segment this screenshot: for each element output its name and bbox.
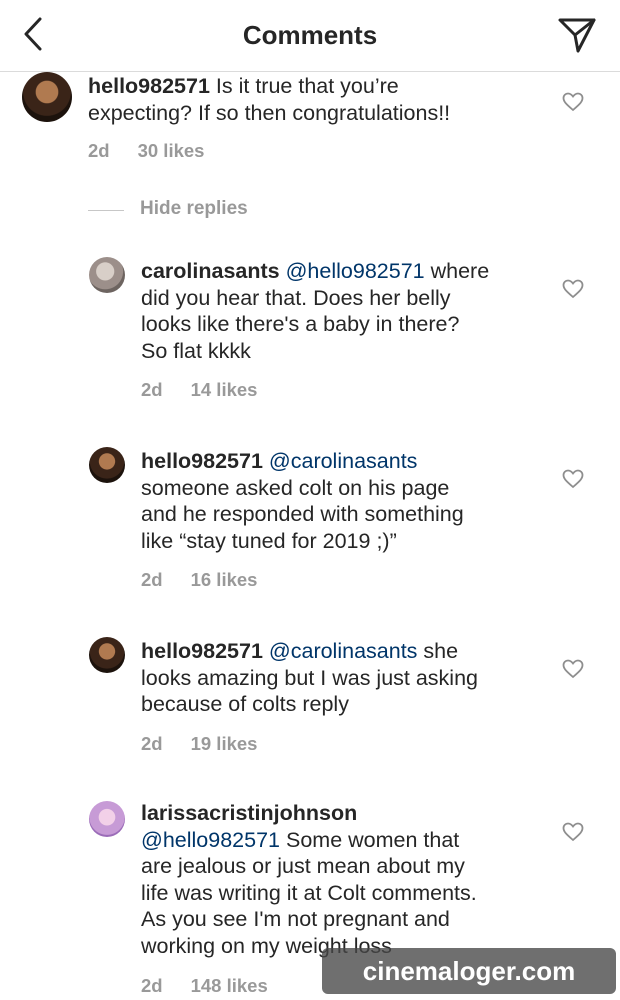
reply-meta: 2d 148 likes bbox=[141, 975, 268, 997]
reply-time: 2d bbox=[141, 569, 163, 590]
likes-count[interactable]: 14 likes bbox=[191, 379, 258, 400]
heart-outline-icon bbox=[562, 279, 584, 299]
heart-outline-icon bbox=[562, 822, 584, 842]
reply-body-line: because of colts reply bbox=[141, 692, 349, 716]
likes-count[interactable]: 19 likes bbox=[191, 733, 258, 754]
reply-body-line: and he responded with something bbox=[141, 502, 464, 526]
reply: hello982571 @carolinasants she looks ama… bbox=[0, 630, 620, 760]
likes-count[interactable]: 30 likes bbox=[138, 140, 205, 161]
reply-body-line: are jealous or just mean about my bbox=[141, 854, 465, 878]
comment-meta: 2d 30 likes bbox=[88, 140, 204, 162]
comment-body-line: expecting? If so then congratulations!! bbox=[88, 100, 451, 125]
reply-body-line: looks amazing but I was just asking bbox=[141, 665, 478, 690]
reply-body-line: So flat kkkk bbox=[141, 338, 251, 363]
likes-count[interactable]: 16 likes bbox=[191, 569, 258, 590]
like-button[interactable] bbox=[562, 822, 584, 842]
reply-body-line: did you hear that. Does her belly bbox=[141, 285, 451, 310]
reply-body-line: looks like there's a baby in there? bbox=[141, 312, 460, 336]
reply-username[interactable]: larissacristinjohnson bbox=[141, 801, 357, 825]
reply-body-line: like “stay tuned for 2019 ;)” bbox=[141, 528, 397, 553]
reply: carolinasants @hello982571 where did you… bbox=[0, 250, 620, 410]
reply-body-line: someone asked colt on his page bbox=[141, 475, 450, 500]
reply-meta: 2d 19 likes bbox=[141, 733, 257, 755]
reply-time: 2d bbox=[141, 975, 163, 996]
reply-username[interactable]: hello982571 bbox=[141, 449, 263, 473]
reply-text: carolinasants @hello982571 where did you… bbox=[141, 258, 561, 364]
reply-body-first-line: she bbox=[423, 639, 459, 663]
like-button[interactable] bbox=[562, 659, 584, 679]
reply-username[interactable]: carolinasants bbox=[141, 259, 280, 283]
mention-link[interactable]: @hello982571 bbox=[286, 259, 425, 283]
mention-link[interactable]: @carolinasants bbox=[269, 449, 418, 473]
avatar[interactable] bbox=[89, 637, 125, 673]
reply-time: 2d bbox=[141, 379, 163, 400]
comment-username[interactable]: hello982571 bbox=[88, 74, 210, 98]
reply-text: hello982571 @carolinasants someone asked… bbox=[141, 448, 561, 554]
avatar[interactable] bbox=[89, 801, 125, 837]
reply-meta: 2d 14 likes bbox=[141, 379, 257, 401]
reply-body-first-line: where bbox=[430, 259, 490, 283]
reply-meta: 2d 16 likes bbox=[141, 569, 257, 591]
comment-time: 2d bbox=[88, 140, 110, 161]
avatar[interactable] bbox=[22, 72, 72, 122]
divider bbox=[88, 210, 124, 211]
avatar[interactable] bbox=[89, 257, 125, 293]
like-button[interactable] bbox=[562, 279, 584, 299]
like-button[interactable] bbox=[562, 92, 584, 112]
heart-outline-icon bbox=[562, 92, 584, 112]
comment-body-first-line: Is it true that you’re bbox=[215, 74, 399, 98]
reply-body-first-line: Some women that bbox=[285, 827, 460, 852]
reply-time: 2d bbox=[141, 733, 163, 754]
hide-replies-label[interactable]: Hide replies bbox=[140, 198, 248, 220]
reply-username[interactable]: hello982571 bbox=[141, 639, 263, 663]
reply-text: hello982571 @carolinasants she looks ama… bbox=[141, 638, 561, 718]
mention-link[interactable]: @hello982571 bbox=[141, 828, 280, 852]
watermark: cinemaloger.com bbox=[322, 948, 616, 994]
mention-link[interactable]: @carolinasants bbox=[269, 639, 418, 663]
reply-text: larissacristinjohnson @hello982571 Some … bbox=[141, 800, 561, 959]
heart-outline-icon bbox=[562, 469, 584, 489]
comment-text: hello982571 Is it true that you’re expec… bbox=[88, 73, 558, 126]
reply: hello982571 @carolinasants someone asked… bbox=[0, 440, 620, 600]
reply-body-line: As you see I'm not pregnant and bbox=[141, 907, 450, 931]
reply-body-line: life was writing it at Colt comments. bbox=[141, 880, 477, 905]
likes-count[interactable]: 148 likes bbox=[191, 975, 268, 996]
heart-outline-icon bbox=[562, 659, 584, 679]
comment: hello982571 Is it true that you’re expec… bbox=[0, 0, 620, 180]
like-button[interactable] bbox=[562, 469, 584, 489]
avatar[interactable] bbox=[89, 447, 125, 483]
